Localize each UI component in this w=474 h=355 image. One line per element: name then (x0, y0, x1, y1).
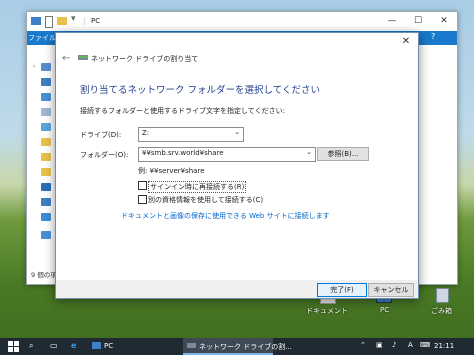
desktop-icon[interactable] (41, 78, 51, 86)
task-view-icon[interactable]: ▭ (50, 341, 58, 350)
network-icon[interactable]: ▣ (376, 341, 383, 349)
network-icon[interactable] (41, 213, 51, 221)
ime-icon[interactable]: A (408, 341, 413, 349)
web-site-link[interactable]: ドキュメントと画像の保存に使用できる Web サイトに接続します (121, 211, 330, 221)
folder-icon[interactable] (41, 138, 51, 146)
taskbar-item-pc[interactable] (88, 338, 178, 355)
folder-icon[interactable] (41, 168, 51, 176)
folder-value: ¥¥smb.srv.world¥share (142, 149, 224, 157)
drive-select[interactable]: Z: ⌄ (138, 127, 244, 142)
pc-icon (31, 17, 41, 25)
desktop-icon-documents-label[interactable]: ドキュメント (306, 306, 348, 316)
folder-input[interactable]: ¥¥smb.srv.world¥share ⌄ (138, 147, 316, 162)
drive-label: ドライブ(D): (80, 131, 122, 139)
maximize-icon[interactable]: ☐ (405, 12, 431, 31)
homegroup-icon[interactable] (41, 231, 51, 239)
help-icon[interactable]: ? (431, 32, 435, 41)
example-text: 例: ¥¥server¥share (138, 167, 205, 175)
downloads-icon[interactable] (41, 93, 51, 101)
map-network-drive-dialog: ✕ ← ネットワーク ドライブの割り当て 割り当てるネットワーク フォルダーを選… (55, 32, 419, 299)
pc-icon[interactable] (41, 198, 51, 206)
windows-start-icon[interactable] (8, 341, 19, 352)
taskbar-clock[interactable]: 21:11 (434, 342, 454, 350)
edge-icon[interactable]: e (71, 341, 76, 350)
volume-icon[interactable]: ♪ (392, 341, 396, 349)
instruction-text: 接続するフォルダーと使用するドライブ文字を指定してください: (80, 107, 285, 115)
documents-icon[interactable] (41, 108, 51, 116)
close-icon[interactable]: ✕ (398, 35, 414, 49)
reconnect-checkbox[interactable] (138, 181, 147, 190)
properties-icon[interactable] (45, 16, 53, 28)
recycle-bin-icon[interactable] (436, 288, 449, 303)
folder-icon[interactable] (41, 153, 51, 161)
explorer-titlebar[interactable]: ▾ | PC — ☐ ✕ (27, 12, 457, 31)
desktop-icon-recycle-bin-label[interactable]: ごみ箱 (431, 306, 452, 316)
drive-value: Z: (142, 129, 150, 137)
reconnect-checkbox-label[interactable]: サインイン時に再接続する(R) (148, 181, 247, 193)
chevron-down-icon[interactable]: ⌄ (306, 148, 312, 156)
expand-icon[interactable]: › (33, 63, 35, 70)
folder-icon[interactable] (57, 17, 67, 25)
quick-access-icon[interactable] (41, 63, 51, 71)
network-drive-icon (187, 343, 196, 348)
network-drive-icon (78, 55, 88, 60)
credentials-checkbox-label[interactable]: 別の資格情報を使用して接続する(C) (148, 195, 263, 205)
taskbar-item-network-drive-label: ネットワーク ドライブの割... (199, 343, 292, 351)
file-tab[interactable]: ファイル (27, 31, 57, 45)
dialog-title: ネットワーク ドライブの割り当て (91, 55, 199, 63)
minimize-icon[interactable]: — (379, 12, 405, 31)
desktop-icon-pc-label[interactable]: PC (380, 306, 389, 314)
browse-button[interactable]: 参照(B)... (317, 147, 369, 161)
back-arrow-icon[interactable]: ← (62, 53, 70, 64)
folder-label: フォルダー(O): (80, 151, 129, 159)
pc-icon (92, 342, 101, 349)
chevron-down-icon[interactable]: ⌄ (234, 128, 240, 136)
taskbar: ⌕ ▭ e PC ネットワーク ドライブの割... ⌃ ▣ ♪ A ⌨ 21:1… (0, 338, 474, 355)
pictures-icon[interactable] (41, 123, 51, 131)
explorer-title: PC (91, 17, 101, 25)
taskbar-item-pc-label: PC (104, 342, 114, 350)
people-icon[interactable]: ⌃ (360, 341, 366, 349)
title-separator: | (83, 17, 86, 25)
finish-button[interactable]: 完了(F) (317, 283, 367, 297)
navigation-pane: › (27, 45, 58, 281)
quick-access-dropdown-icon[interactable]: ▾ (71, 14, 76, 24)
close-icon[interactable]: ✕ (431, 12, 457, 31)
onedrive-icon[interactable] (41, 183, 51, 191)
search-icon[interactable]: ⌕ (29, 341, 33, 351)
keyboard-icon[interactable]: ⌨ (420, 341, 430, 349)
dialog-heading: 割り当てるネットワーク フォルダーを選択してください (80, 85, 320, 96)
cancel-button[interactable]: キャンセル (368, 283, 414, 297)
credentials-checkbox[interactable] (138, 195, 147, 204)
